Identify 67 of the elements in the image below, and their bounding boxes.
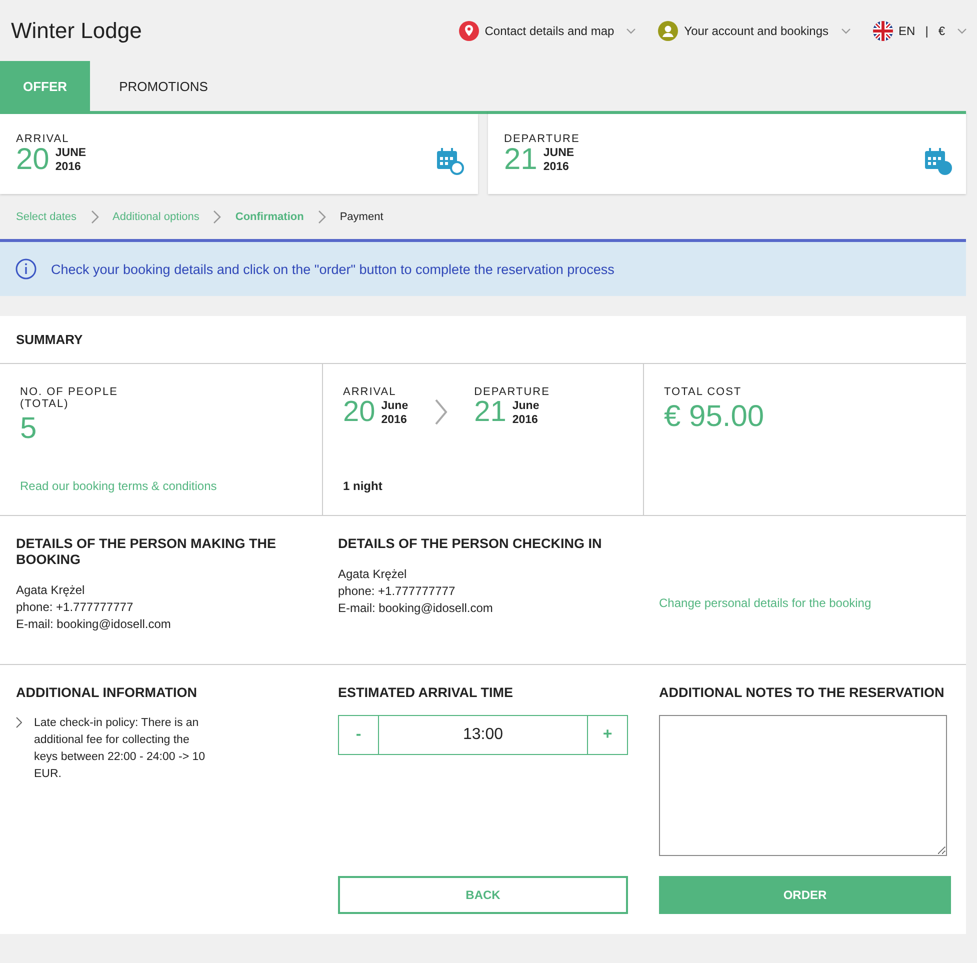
currency-label[interactable]: € <box>938 24 945 38</box>
breadcrumb-step[interactable]: Confirmation <box>235 210 304 222</box>
date-label: DEPARTURE <box>474 386 550 398</box>
day-number: 21 <box>474 398 506 427</box>
chevron-right-icon <box>90 210 99 224</box>
nights-count: 1 night <box>343 479 384 493</box>
menu-label[interactable]: Contact details and map <box>484 24 614 38</box>
year-label: 2016 <box>381 412 408 426</box>
month-label: JUNE <box>55 146 86 160</box>
date-label: DEPARTURE <box>504 133 580 145</box>
calendar-icon <box>924 147 952 175</box>
change-details-link[interactable]: Change personal details for the booking <box>659 596 872 610</box>
info-text: Late check-in policy: There is an additional fee for collecting the keys between 22:00 - 24:00 -> 10 EUR. <box>34 716 206 782</box>
info-message: Check your booking details and click on the "order" button to complete the reservation process <box>51 262 614 276</box>
section-title: ADDITIONAL NOTES TO THE RESERVATION <box>659 685 946 701</box>
year-label: 2016 <box>512 412 539 426</box>
chevron-down-icon <box>957 28 967 34</box>
breadcrumb-step[interactable]: Select dates <box>16 210 77 222</box>
people-label: NO. OF PEOPLE <box>20 386 119 398</box>
menu-label[interactable]: Your account and bookings <box>684 24 829 38</box>
detail-text: Agata Krężel <box>16 582 86 599</box>
section-title: DETAILS OF THE PERSON CHECKING IN <box>338 536 603 552</box>
detail-text: E-mail: booking@idosell.com <box>16 616 172 633</box>
order-button[interactable]: ORDER <box>659 876 951 914</box>
chevron-right-icon <box>318 210 326 224</box>
year-label: 2016 <box>55 160 82 174</box>
people-sublabel: (TOTAL) <box>20 398 70 410</box>
breadcrumb-step[interactable]: Additional options <box>112 210 200 222</box>
flag-icon <box>872 20 893 40</box>
day-number: 21 <box>504 145 538 175</box>
section-title: SUMMARY <box>0 316 966 364</box>
map-pin-icon <box>458 20 479 40</box>
people-count: 5 <box>20 412 38 446</box>
user-icon <box>658 20 678 40</box>
chevron-right-icon <box>16 717 22 728</box>
month-label: June <box>381 398 408 412</box>
detail-text: Agata Krężel <box>338 566 408 583</box>
menu-label[interactable]: EN <box>898 24 916 38</box>
separator: | <box>925 24 928 38</box>
chevron-right-icon <box>213 210 222 224</box>
tab[interactable]: OFFER <box>0 61 90 111</box>
total-cost: € 95.00 <box>664 400 766 434</box>
chevron-down-icon <box>626 28 636 34</box>
info-icon <box>15 258 37 280</box>
month-label: June <box>512 398 540 412</box>
date-label: ARRIVAL <box>16 133 70 145</box>
section-title: ESTIMATED ARRIVAL TIME <box>338 685 514 701</box>
chevron-down-icon <box>840 28 851 34</box>
chevron-right-icon <box>434 399 448 425</box>
notes-field[interactable] <box>659 715 947 856</box>
terms-link[interactable]: Read our booking terms & conditions <box>20 479 302 493</box>
month-label: JUNE <box>543 146 574 160</box>
calendar-icon <box>436 147 464 175</box>
section-title: ADDITIONAL INFORMATION <box>16 685 198 701</box>
section-title: DETAILS OF THE PERSON MAKING THE BOOKING <box>16 536 278 568</box>
back-button[interactable]: BACK <box>338 876 628 914</box>
detail-text: E-mail: booking@idosell.com <box>338 600 494 617</box>
detail-text: phone: +1.777777777 <box>16 599 134 616</box>
site-title: Winter Lodge <box>11 18 142 44</box>
day-number: 20 <box>16 145 50 175</box>
cost-label: TOTAL COST <box>664 386 743 398</box>
breadcrumb-step[interactable]: Payment <box>340 210 384 222</box>
date-label: ARRIVAL <box>343 386 398 398</box>
year-label: 2016 <box>543 160 570 174</box>
detail-text: phone: +1.777777777 <box>338 583 456 600</box>
day-number: 20 <box>343 398 376 427</box>
tab[interactable]: PROMOTIONS <box>90 61 237 111</box>
